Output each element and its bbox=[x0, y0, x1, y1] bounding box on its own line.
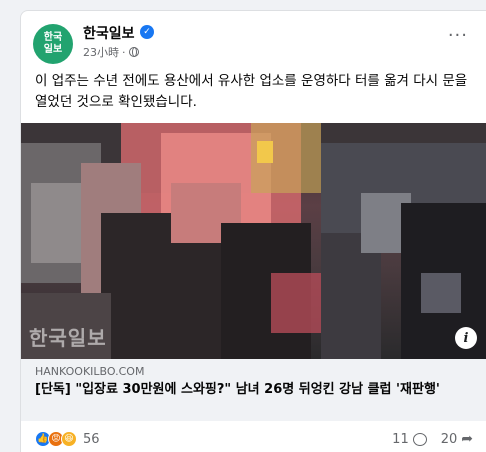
globe-icon bbox=[128, 47, 139, 57]
link-preview-caption[interactable]: HANKOOKILBO.COM [단독] "입장료 30만원에 스와핑?" 남녀… bbox=[21, 359, 486, 421]
haha-reaction-icon: 😆 bbox=[61, 431, 77, 447]
image-region bbox=[257, 141, 273, 163]
reactions-summary[interactable]: 👍 😡 😆 56 bbox=[35, 431, 100, 447]
post-meta: 23小時 · bbox=[83, 44, 139, 60]
image-region bbox=[31, 183, 81, 263]
image-watermark: 한국일보 bbox=[29, 326, 107, 350]
page-avatar[interactable]: 한국 일보 bbox=[33, 24, 73, 64]
post-text: 이 업주는 수년 전에도 용산에서 유사한 업소를 운영하다 터를 옮겨 다시 … bbox=[35, 73, 468, 110]
meta-separator: · bbox=[122, 45, 126, 59]
share-icon: ➦ bbox=[461, 431, 473, 447]
reaction-count[interactable]: 56 bbox=[83, 432, 100, 447]
share-count: 20 bbox=[440, 431, 458, 447]
post-card: 한국 일보 한국일보 ✓ 23小時 · ··· 이 업주는 수년 전에도 용산에… bbox=[20, 10, 486, 452]
page-name-link[interactable]: 한국일보 bbox=[83, 23, 135, 43]
link-domain: HANKOOKILBO.COM bbox=[35, 365, 145, 378]
verified-badge-icon: ✓ bbox=[140, 25, 154, 39]
more-options-icon[interactable]: ··· bbox=[448, 25, 468, 46]
info-icon[interactable]: i bbox=[455, 327, 477, 349]
post-header: 한국 일보 한국일보 ✓ 23小時 · ··· bbox=[21, 11, 486, 67]
engagement-stats: 11 20 ➦ bbox=[392, 431, 473, 447]
share-stat[interactable]: 20 ➦ bbox=[441, 431, 473, 447]
link-headline[interactable]: [단독] "입장료 30만원에 스와핑?" 남녀 26명 뒤엉킨 강남 클럽 '… bbox=[35, 381, 465, 399]
link-preview-image[interactable]: 한국일보 i bbox=[21, 123, 486, 359]
image-region bbox=[421, 273, 461, 313]
comment-count: 11 bbox=[392, 431, 409, 447]
post-timestamp[interactable]: 23小時 bbox=[83, 44, 119, 60]
comment-icon bbox=[412, 432, 427, 446]
comment-stat[interactable]: 11 bbox=[392, 432, 427, 447]
post-footer: 👍 😡 😆 56 11 20 ➦ bbox=[21, 421, 486, 452]
